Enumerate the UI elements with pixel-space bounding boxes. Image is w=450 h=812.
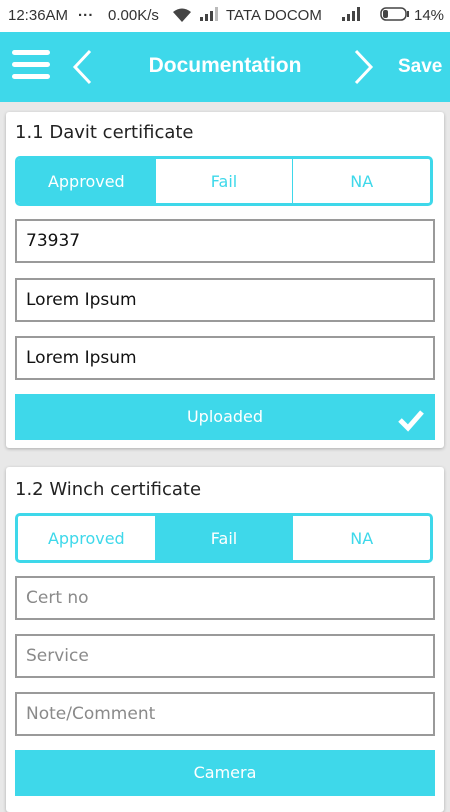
- section-card-winch: 1.2 Winch certificate Approved Fail NA C…: [6, 467, 444, 812]
- upload-status-label: Uploaded: [186, 407, 264, 426]
- upload-status-button[interactable]: Uploaded: [15, 394, 435, 440]
- option-na[interactable]: NA: [293, 159, 430, 203]
- section-title: 1.2 Winch certificate: [15, 479, 202, 500]
- status-carrier: TATA DOCOM: [226, 7, 322, 24]
- note-field[interactable]: Lorem Ipsum: [15, 336, 435, 380]
- page-title: Documentation: [148, 54, 302, 77]
- battery-icon: [380, 7, 410, 25]
- section-title: 1.1 Davit certificate: [15, 122, 194, 143]
- option-approved[interactable]: Approved: [18, 159, 156, 203]
- wifi-icon: [172, 7, 192, 27]
- status-notification-dots: ...: [78, 3, 94, 20]
- signal-icon: [342, 7, 360, 25]
- status-segmented-control: Approved Fail NA: [15, 513, 433, 563]
- option-approved[interactable]: Approved: [18, 516, 156, 560]
- service-field[interactable]: Lorem Ipsum: [15, 278, 435, 322]
- checkmark-icon: [397, 404, 425, 450]
- cert-no-field[interactable]: 73937: [15, 219, 435, 263]
- option-fail[interactable]: Fail: [155, 516, 294, 560]
- chevron-right-icon[interactable]: [352, 48, 376, 90]
- service-field[interactable]: Service: [15, 634, 435, 678]
- status-time: 12:36AM: [8, 7, 69, 24]
- option-fail[interactable]: Fail: [156, 159, 294, 203]
- option-na[interactable]: NA: [293, 516, 430, 560]
- status-segmented-control: Approved Fail NA: [15, 156, 433, 206]
- note-field[interactable]: Note/Comment: [15, 692, 435, 736]
- section-card-davit: 1.1 Davit certificate Approved Fail NA 7…: [6, 112, 444, 448]
- save-button[interactable]: Save: [398, 56, 442, 78]
- signal-icon: [200, 7, 218, 25]
- camera-button[interactable]: Camera: [15, 750, 435, 796]
- status-bar: 12:36AM ... 0.00K/s TATA DOCOM 14%: [0, 0, 450, 32]
- app-bar: Documentation Save: [0, 32, 450, 102]
- status-data-rate: 0.00K/s: [108, 7, 159, 24]
- cert-no-field[interactable]: Cert no: [15, 576, 435, 620]
- status-battery-percent: 14%: [414, 7, 445, 24]
